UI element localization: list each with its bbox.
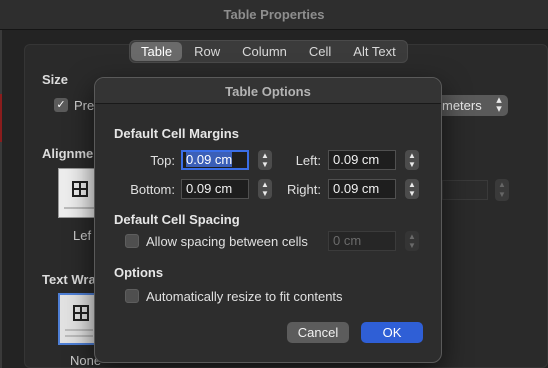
autoresize-label: Automatically resize to fit contents	[146, 289, 343, 304]
dialog-title: Table Options	[225, 84, 311, 99]
dialog-title-bar: Table Options	[95, 78, 441, 104]
tab-alt-text[interactable]: Alt Text	[343, 42, 405, 61]
preferred-width-checkbox[interactable]: ✓	[54, 98, 68, 112]
bottom-margin-label: Bottom:	[130, 182, 175, 197]
tab-bar: Table Row Column Cell Alt Text	[129, 40, 408, 63]
top-margin-value: 0.09 cm	[186, 152, 233, 167]
top-margin-input[interactable]: 0.09 cm	[181, 150, 249, 170]
indent-field	[442, 180, 488, 200]
allow-spacing-checkbox[interactable]	[125, 234, 139, 248]
autoresize-checkbox[interactable]	[125, 289, 139, 303]
left-margin-label: Left:	[295, 153, 321, 168]
cell-spacing-input: 0 cm	[328, 231, 396, 251]
left-margin-input[interactable]: 0.09 cm	[328, 150, 396, 170]
bottom-margin-input[interactable]: 0.09 cm	[181, 179, 249, 199]
tab-row[interactable]: Row	[184, 42, 230, 61]
tab-column[interactable]: Column	[232, 42, 297, 61]
size-section-label: Size	[42, 72, 69, 87]
left-margin-stepper[interactable]: ▲ ▼	[405, 150, 419, 170]
cancel-button[interactable]: Cancel	[287, 322, 349, 343]
preferred-width-label: Pre	[74, 98, 95, 113]
measure-in-value: meters	[442, 98, 482, 113]
ok-button[interactable]: OK	[361, 322, 423, 343]
alignment-section-label: Alignme	[42, 146, 94, 161]
checkmark-icon: ✓	[56, 99, 66, 111]
tab-cell[interactable]: Cell	[299, 42, 341, 61]
chevron-updown-icon: ▴ ▾	[496, 94, 502, 115]
indent-stepper: ▲ ▼	[495, 179, 509, 201]
table-grid-icon	[72, 181, 88, 197]
window-title: Table Properties	[223, 7, 325, 22]
title-bar: Table Properties	[0, 0, 548, 30]
right-margin-label: Right:	[287, 182, 321, 197]
right-margin-stepper[interactable]: ▲ ▼	[405, 179, 419, 199]
text-lines-decoration	[65, 335, 93, 337]
options-heading: Options	[114, 265, 164, 280]
text-wrapping-section-label: Text Wra	[42, 272, 96, 287]
window-edge	[0, 30, 2, 368]
top-margin-label: Top:	[150, 153, 175, 168]
alignment-left-label: Lef	[73, 228, 92, 243]
right-margin-input[interactable]: 0.09 cm	[328, 179, 396, 199]
measure-in-select[interactable]: meters ▴ ▾	[436, 95, 508, 116]
text-lines-decoration	[64, 207, 94, 209]
table-options-dialog: Table Options Default Cell Margins Top: …	[94, 77, 442, 363]
cell-margins-heading: Default Cell Margins	[114, 126, 239, 141]
text-lines-decoration	[65, 329, 93, 331]
tab-table[interactable]: Table	[131, 42, 183, 61]
cell-spacing-heading: Default Cell Spacing	[114, 212, 240, 227]
allow-spacing-label: Allow spacing between cells	[146, 234, 308, 249]
table-grid-icon	[73, 305, 89, 321]
cell-spacing-stepper: ▲ ▼	[405, 231, 419, 251]
